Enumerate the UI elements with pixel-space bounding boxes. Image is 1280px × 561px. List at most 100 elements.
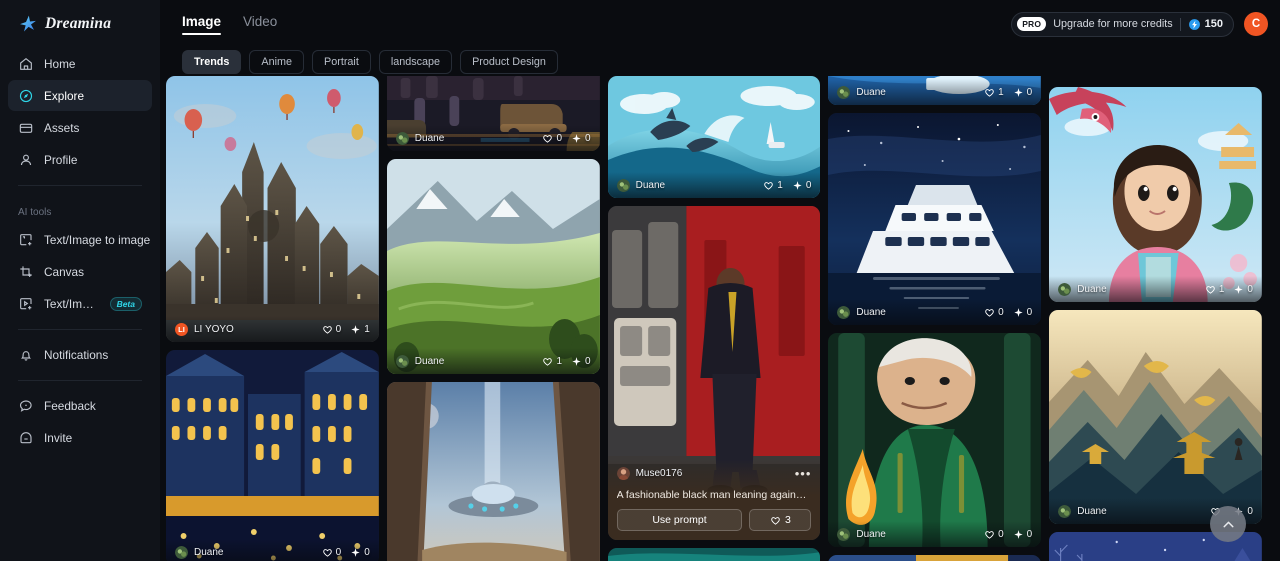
star-count: 0 — [805, 179, 812, 191]
chevron-up-icon — [1222, 521, 1234, 527]
card-username: Muse0176 — [635, 468, 683, 479]
upgrade-button[interactable]: PRO Upgrade for more credits 150 — [1011, 11, 1234, 37]
feed-card-rainy-street[interactable]: Duane 0 0 — [386, 76, 600, 151]
star-stat[interactable]: 0 — [350, 547, 370, 558]
star-stat[interactable]: 0 — [571, 133, 591, 144]
top-right-controls: PRO Upgrade for more credits 150 C — [1011, 11, 1268, 37]
like-stat[interactable]: 0 — [322, 547, 341, 558]
star-count: 1 — [364, 323, 370, 335]
card-menu-button[interactable]: ••• — [795, 467, 812, 480]
avatar — [616, 178, 630, 192]
card-footer: Duane 1 0 — [607, 172, 821, 198]
heart-icon — [322, 325, 332, 334]
star-stat[interactable]: 1 — [350, 324, 370, 335]
sidebar-item-label: Assets — [44, 120, 80, 135]
card-stats: 1 0 — [1205, 284, 1253, 295]
main-content: Image Video PRO Upgrade for more credits… — [160, 0, 1280, 561]
feed-card-mountain-pagoda[interactable]: Duane 0 — [1049, 310, 1262, 524]
chip-landscape[interactable]: landscape — [378, 50, 453, 74]
top-bar: Image Video PRO Upgrade for more credits… — [160, 0, 1280, 48]
heart-icon — [322, 548, 332, 557]
card-footer: Duane 0 0 — [166, 539, 379, 561]
tab-image[interactable]: Image — [182, 14, 222, 35]
card-image — [1049, 87, 1262, 302]
feed-card-fire-wizard[interactable]: Duane 0 0 — [828, 333, 1042, 547]
card-stats: 0 0 — [984, 529, 1032, 540]
feed-card-fashion-man[interactable]: Muse0176 ••• A fashionable black man lea… — [607, 206, 821, 540]
feed-card-ice-creature[interactable]: Duane 1 0 — [828, 76, 1042, 105]
sidebar-item-label: Text/Image ... — [44, 296, 100, 311]
star-stat[interactable]: 0 — [1013, 528, 1033, 540]
card-footer: Duane 1 0 — [386, 348, 600, 374]
brand[interactable]: Dreamina — [8, 0, 152, 48]
feed-card-next-teal[interactable] — [607, 548, 821, 561]
feed-card-next-amber[interactable] — [828, 555, 1042, 561]
like-button[interactable]: 3 — [749, 509, 812, 531]
feed-card-steampunk-city[interactable]: LI LI YOYO 0 1 — [166, 76, 379, 342]
chip-portrait[interactable]: Portrait — [312, 50, 371, 74]
sidebar-item-profile[interactable]: Profile — [8, 144, 152, 175]
feed-card-scifi-spaceship[interactable]: Duane 0 — [386, 382, 600, 561]
feed-card-green-hills[interactable]: Duane 1 0 — [386, 159, 600, 374]
sparkle-star-icon — [20, 15, 36, 32]
feed-card-luxury-yacht[interactable]: Duane 0 0 — [828, 113, 1042, 325]
star-stat[interactable]: 0 — [1233, 284, 1253, 295]
star-stat[interactable]: 0 — [1013, 307, 1032, 318]
avatar[interactable]: C — [1244, 12, 1268, 36]
like-stat[interactable]: 1 — [763, 180, 783, 191]
pill-separator — [1179, 17, 1181, 31]
feed-card-dragon-girl[interactable]: Duane 1 0 — [1049, 87, 1262, 302]
like-stat[interactable]: 0 — [542, 133, 562, 144]
feed-card-city-night[interactable]: Duane 0 0 — [166, 350, 379, 561]
tab-video[interactable]: Video — [243, 14, 277, 35]
sidebar-item-home[interactable]: Home — [8, 48, 152, 79]
sidebar-item-assets[interactable]: Assets — [8, 112, 152, 143]
app-root: Dreamina Home Explore Assets Profile AI … — [0, 0, 1280, 561]
like-count: 1 — [777, 179, 783, 191]
like-stat[interactable]: 0 — [322, 324, 341, 335]
avatar — [837, 305, 851, 319]
sparkle-icon — [1234, 284, 1244, 294]
use-prompt-button[interactable]: Use prompt — [616, 509, 743, 531]
image-feed[interactable]: LI LI YOYO 0 1 Duane 0 0 Duane 0 0 Duane… — [160, 76, 1280, 561]
sparkle-icon — [793, 180, 802, 190]
sidebar-item-text-image-to-image[interactable]: Text/Image to image — [8, 224, 152, 255]
sidebar-item-notifications[interactable]: Notifications — [8, 339, 152, 370]
brand-name: Dreamina — [45, 15, 112, 32]
card-image — [828, 333, 1042, 547]
like-stat[interactable]: 1 — [1205, 284, 1224, 295]
star-stat[interactable]: 0 — [792, 179, 812, 191]
avatar — [395, 131, 409, 145]
star-stat[interactable]: 0 — [1013, 87, 1032, 98]
card-stats: 0 0 — [542, 133, 591, 144]
like-stat[interactable]: 0 — [984, 529, 1004, 540]
credit-balance[interactable]: 150 — [1188, 18, 1223, 31]
star-count: 0 — [585, 132, 591, 144]
sidebar-item-canvas[interactable]: Canvas — [8, 256, 152, 287]
card-footer: Duane 0 0 — [386, 125, 600, 151]
heart-icon — [543, 357, 553, 366]
scroll-to-top-button[interactable] — [1210, 506, 1246, 542]
chip-trends[interactable]: Trends — [182, 50, 242, 74]
pro-badge: PRO — [1017, 17, 1047, 31]
sidebar-item-text-image-to-video[interactable]: Text/Image ... Beta — [8, 288, 152, 319]
feed-card-dolphins-wave[interactable]: Duane 1 0 — [607, 76, 821, 198]
card-hover-actions: Use prompt 3 — [616, 509, 812, 531]
chip-product-design[interactable]: Product Design — [460, 50, 558, 74]
filter-chips: Trends Anime Portrait landscape Product … — [160, 48, 1280, 76]
star-stat[interactable]: 0 — [571, 356, 591, 367]
like-stat[interactable]: 0 — [984, 307, 1004, 318]
chip-anime[interactable]: Anime — [249, 50, 305, 74]
avatar — [175, 545, 188, 559]
star-count: 0 — [1026, 528, 1033, 540]
sidebar-item-label: Text/Image to image — [44, 232, 151, 247]
card-username: Duane — [635, 179, 666, 191]
card-image — [386, 382, 600, 561]
credit-coin-icon — [1188, 18, 1200, 30]
like-stat[interactable]: 1 — [984, 87, 1004, 98]
sidebar-item-explore[interactable]: Explore — [8, 80, 152, 111]
sidebar-item-invite[interactable]: Invite — [8, 422, 152, 453]
like-stat[interactable]: 1 — [542, 356, 562, 367]
sidebar-item-label: Profile — [44, 152, 78, 167]
sidebar-item-feedback[interactable]: Feedback — [8, 390, 152, 421]
